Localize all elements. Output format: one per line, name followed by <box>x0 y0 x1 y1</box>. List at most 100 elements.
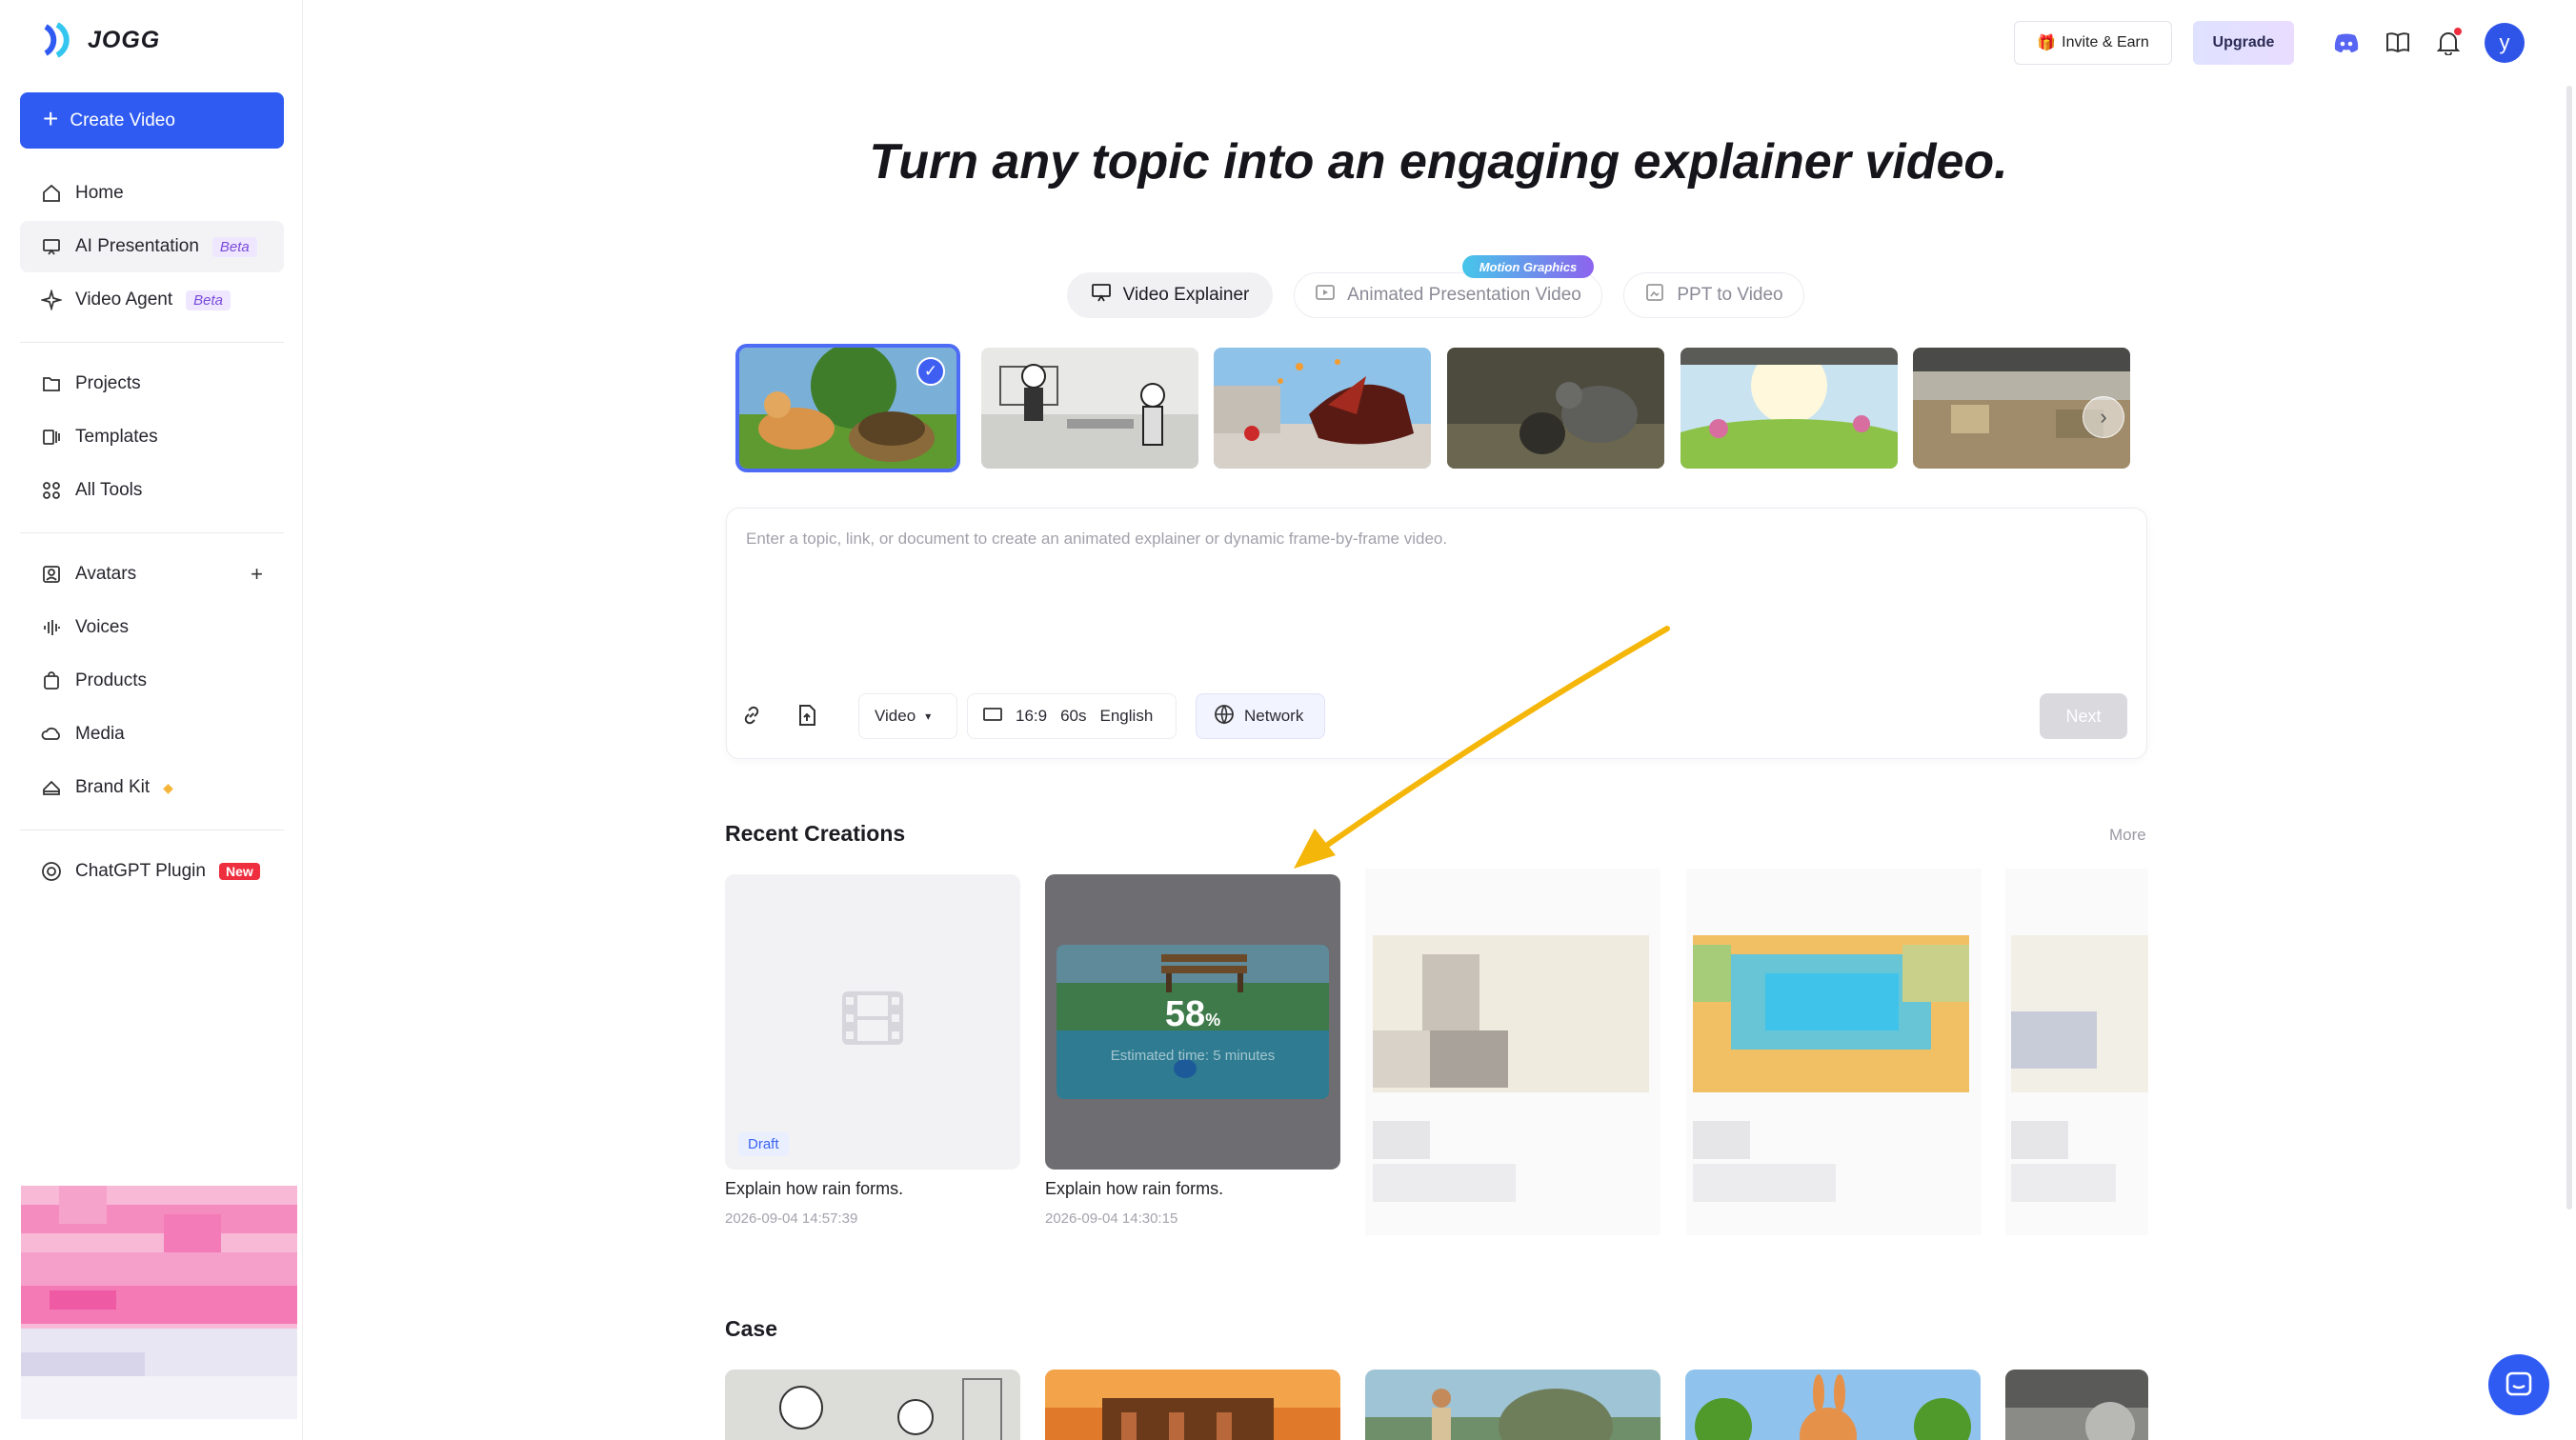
invite-label: Invite & Earn <box>2062 34 2149 50</box>
tab-label: PPT to Video <box>1677 285 1783 305</box>
logo[interactable]: JOGG <box>38 19 160 61</box>
sidebar-item-label: Brand Kit <box>75 777 151 797</box>
progress-percent: 58% <box>1164 994 1221 1034</box>
invite-earn-button[interactable]: 🎁 Invite & Earn <box>2014 21 2172 65</box>
presentation-icon <box>41 236 62 257</box>
sidebar-item-label: Projects <box>75 373 141 393</box>
cloud-icon <box>41 724 62 745</box>
ppt-icon <box>1644 282 1665 309</box>
style-thumbnail-dragon[interactable] <box>1214 348 1431 469</box>
style-thumbnail-tortoise-hare[interactable]: ✓ <box>735 344 960 472</box>
progress-preview: 58% Estimated time: 5 minutes <box>1057 945 1329 1099</box>
recent-card-title: Explain how rain forms. <box>1045 1179 1224 1198</box>
film-placeholder-icon <box>842 991 903 1045</box>
motion-graphics-badge: Motion Graphics <box>1462 255 1594 278</box>
chevron-down-icon: ▾ <box>925 710 932 723</box>
video-type-value: Video <box>875 707 916 725</box>
tab-ppt-to-video[interactable]: PPT to Video <box>1623 272 1804 318</box>
progress-eta: Estimated time: 5 minutes <box>1110 1048 1276 1064</box>
sidebar-item-ai-presentation[interactable]: AI Presentation Beta <box>20 221 284 272</box>
gift-icon: 🎁 <box>2037 35 2057 51</box>
thumbnails-next-button[interactable]: › <box>2083 396 2124 438</box>
sidebar-item-label: Video Agent <box>75 290 173 310</box>
sidebar-item-brand-kit[interactable]: Brand Kit ◆ <box>20 762 284 813</box>
notification-dot <box>2454 28 2462 35</box>
selected-check-icon: ✓ <box>916 357 945 386</box>
style-preview-image <box>1214 348 1431 469</box>
upload-document-icon[interactable] <box>787 695 827 735</box>
style-preview-image <box>981 348 1198 469</box>
book-icon[interactable] <box>2382 27 2414 59</box>
sidebar-item-video-agent[interactable]: Video Agent Beta <box>20 274 284 326</box>
link-icon[interactable] <box>732 695 772 735</box>
prompt-input[interactable]: Enter a topic, link, or document to crea… <box>746 530 1447 549</box>
user-avatar[interactable]: y <box>2485 23 2525 63</box>
case-card[interactable] <box>1045 1370 1340 1440</box>
sidebar-item-label: Avatars <box>75 564 137 584</box>
case-card[interactable] <box>725 1370 1020 1440</box>
sidebar-item-avatars[interactable]: Avatars + <box>20 549 284 600</box>
recent-creations-title: Recent Creations <box>725 821 906 846</box>
beta-badge: Beta <box>186 290 231 310</box>
pixelated-promo-image[interactable] <box>21 1186 297 1419</box>
openai-icon <box>41 861 62 882</box>
case-preview-image <box>1365 1370 1660 1440</box>
sidebar-divider <box>20 342 284 343</box>
case-title: Case <box>725 1316 777 1341</box>
chat-icon <box>2506 1371 2532 1396</box>
pixelated-recent-cards[interactable] <box>1365 869 2148 1235</box>
recent-card-date: 2026-09-04 14:30:15 <box>1045 1210 1178 1227</box>
case-card[interactable] <box>2005 1370 2148 1440</box>
recent-card-date: 2026-09-04 14:57:39 <box>725 1210 858 1227</box>
sidebar-item-projects[interactable]: Projects <box>20 358 284 410</box>
style-preview-image <box>1680 348 1898 469</box>
beta-badge: Beta <box>211 236 257 257</box>
style-thumbnail-sunny-field[interactable] <box>1680 348 1898 469</box>
avatar-icon <box>41 564 62 585</box>
sidebar-item-all-tools[interactable]: All Tools <box>20 465 284 516</box>
draft-badge: Draft <box>738 1132 789 1156</box>
sidebar-item-home[interactable]: Home <box>20 168 284 219</box>
brand-name: JOGG <box>88 26 161 53</box>
next-button[interactable]: Next <box>2040 693 2127 739</box>
language-value: English <box>1099 707 1154 725</box>
aspect-ratio-value: 16:9 <box>1016 707 1048 725</box>
video-settings-chip[interactable]: 16:9 60s English <box>967 693 1177 739</box>
brand-icon <box>41 777 62 798</box>
sidebar-item-label: Templates <box>75 427 158 447</box>
sidebar-item-templates[interactable]: Templates <box>20 411 284 463</box>
plus-icon: + <box>43 104 59 133</box>
sidebar-divider <box>20 532 284 533</box>
sidebar-item-voices[interactable]: Voices <box>20 602 284 653</box>
tab-label: Animated Presentation Video <box>1347 285 1581 305</box>
video-type-select[interactable]: Video ▾ <box>858 693 957 739</box>
bell-icon[interactable] <box>2432 27 2465 59</box>
page-scrollbar[interactable] <box>2566 86 2572 1210</box>
add-avatar-icon[interactable]: + <box>251 562 263 587</box>
sidebar-item-label: Home <box>75 183 124 203</box>
style-thumbnail-crow[interactable] <box>1447 348 1664 469</box>
tab-video-explainer[interactable]: Video Explainer <box>1067 272 1273 318</box>
case-preview-image <box>2005 1370 2148 1440</box>
upgrade-button[interactable]: Upgrade <box>2193 21 2294 65</box>
sidebar-item-chatgpt-plugin[interactable]: ChatGPT Plugin New <box>20 846 284 897</box>
folder-icon <box>41 373 62 394</box>
support-chat-button[interactable] <box>2488 1354 2549 1415</box>
style-thumbnail-sketch[interactable] <box>981 348 1198 469</box>
discord-icon[interactable] <box>2330 27 2363 59</box>
case-preview-image <box>1045 1370 1340 1440</box>
recent-card-in-progress[interactable]: 58% Estimated time: 5 minutes <box>1045 874 1340 1170</box>
recent-card-draft[interactable]: Draft <box>725 874 1020 1170</box>
globe-icon <box>1214 704 1235 730</box>
case-preview-image <box>725 1370 1020 1440</box>
case-card[interactable] <box>1685 1370 1981 1440</box>
create-video-button[interactable]: + Create Video <box>20 92 284 149</box>
sidebar-item-products[interactable]: Products <box>20 655 284 707</box>
premium-gem-icon: ◆ <box>163 779 173 795</box>
case-card[interactable] <box>1365 1370 1660 1440</box>
tab-animated-presentation[interactable]: Animated Presentation Video <box>1294 272 1602 318</box>
sidebar-item-media[interactable]: Media <box>20 709 284 760</box>
more-link[interactable]: More <box>2109 826 2146 845</box>
page-title: Turn any topic into an engaging explaine… <box>869 134 2008 190</box>
grid-icon <box>41 480 62 501</box>
